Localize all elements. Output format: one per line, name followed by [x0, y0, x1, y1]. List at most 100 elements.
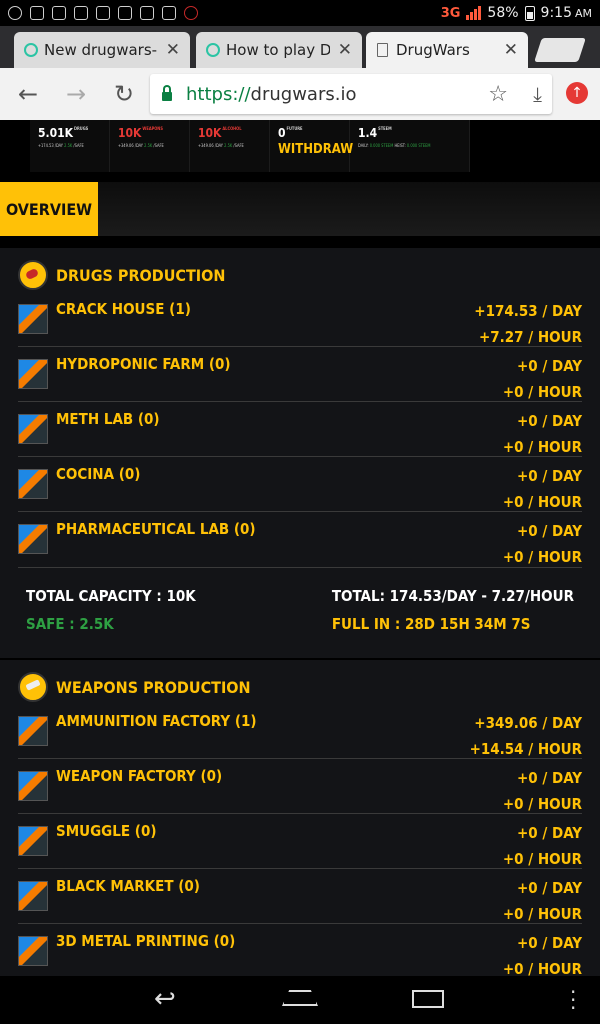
building-name[interactable]: WEAPON FACTORY (0)	[56, 765, 503, 785]
steem-daily-label: DAILY:	[358, 143, 369, 148]
building-row[interactable]: HYDROPONIC FARM (0) +0 / DAY +0 / HOUR	[18, 347, 582, 402]
ammunition-factory-icon	[18, 716, 48, 746]
battery-percent: 58%	[487, 5, 519, 21]
rate-per-day: +0 / DAY	[516, 412, 582, 430]
tab-strip: New drugwars- ✕ How to play Dru ✕ DrugWa…	[0, 26, 600, 68]
building-row[interactable]: WEAPON FACTORY (0) +0 / DAY +0 / HOUR	[18, 759, 582, 814]
weapon-factory-icon	[18, 771, 48, 801]
rate-per-hour: +0 / HOUR	[502, 795, 582, 813]
battery-icon	[524, 5, 535, 21]
alcohol-safe-label: /SAFE	[233, 143, 244, 148]
building-name[interactable]: CRACK HOUSE (1)	[56, 298, 474, 318]
pills-icon	[18, 260, 48, 290]
url-bar[interactable]: https:// drugwars.io ☆ ⤓	[150, 74, 552, 114]
rate-per-hour: +0 / HOUR	[502, 905, 582, 923]
building-name[interactable]: PHARMACEUTICAL LAB (0)	[56, 518, 503, 538]
forward-arrow-icon[interactable]: →	[52, 80, 100, 108]
building-row[interactable]: BLACK MARKET (0) +0 / DAY +0 / HOUR	[18, 869, 582, 924]
building-row[interactable]: CRACK HOUSE (1) +174.53 / DAY +7.27 / HOU…	[18, 292, 582, 347]
gallery-icon	[162, 6, 176, 20]
building-row[interactable]: METH LAB (0) +0 / DAY +0 / HOUR	[18, 402, 582, 457]
steem-value: 1.4	[358, 126, 378, 140]
building-name[interactable]: BLACK MARKET (0)	[56, 875, 503, 895]
future-value: 0	[278, 126, 286, 140]
rate-per-hour: +7.27 / HOUR	[478, 328, 582, 346]
close-tab-icon[interactable]: ✕	[338, 40, 352, 60]
overflow-menu-icon[interactable]: · · ·	[570, 982, 576, 1018]
building-row[interactable]: SMUGGLE (0) +0 / DAY +0 / HOUR	[18, 814, 582, 869]
lock-icon	[162, 84, 172, 101]
tab-title: How to play Dru	[226, 41, 330, 59]
building-row[interactable]: PHARMACEUTICAL LAB (0) +0 / DAY +0 / HOUR	[18, 512, 582, 567]
panel-title: DRUGS PRODUCTION	[56, 265, 226, 285]
music-icon	[96, 6, 110, 20]
alcohol-safe: 2.5K	[224, 143, 233, 148]
building-row[interactable]: AMMUNITION FACTORY (1) +349.06 / DAY +14.…	[18, 704, 582, 759]
rate-per-hour: +0 / HOUR	[502, 383, 582, 401]
building-name[interactable]: COCINA (0)	[56, 463, 503, 483]
android-nav-bar: ↩ · · ·	[0, 976, 600, 1024]
withdraw-link[interactable]: WITHDRAW	[278, 142, 353, 157]
weapons-value: 10K	[118, 126, 142, 140]
weapons-rate: +349.06 /DAY	[118, 143, 144, 148]
close-tab-icon[interactable]: ✕	[166, 40, 180, 60]
metal-printing-icon	[18, 936, 48, 966]
rate-per-hour: +0 / HOUR	[502, 850, 582, 868]
resource-stats-bar: 5.01KDRUGS +174.53 /DAY 2.5K /SAFE 10KWE…	[30, 120, 470, 172]
alcohol-value: 10K	[198, 126, 222, 140]
back-nav-icon[interactable]: ↩	[154, 984, 176, 1014]
recents-nav-icon[interactable]	[412, 990, 444, 1008]
clock-suffix: AM	[574, 6, 592, 20]
home-nav-icon[interactable]	[282, 990, 318, 1006]
url-scheme: https://	[186, 83, 251, 105]
update-chrome-icon[interactable]: ↑	[566, 82, 588, 104]
rate-per-day: +0 / DAY	[516, 357, 582, 375]
download-page-icon[interactable]: ⤓	[533, 82, 542, 106]
url-host: drugwars.io	[250, 83, 357, 105]
drugs-safe-label: /SAFE	[73, 143, 84, 148]
drugs-production-panel: DRUGS PRODUCTION CRACK HOUSE (1) +174.53…	[0, 248, 600, 658]
stat-future: 0FUTURE WITHDRAW	[270, 120, 353, 172]
download-icon	[52, 6, 66, 20]
building-row[interactable]: COCINA (0) +0 / DAY +0 / HOUR	[18, 457, 582, 512]
rate-per-day: +0 / DAY	[516, 824, 582, 842]
tab-new-drugwars[interactable]: New drugwars- ✕	[14, 32, 190, 68]
signal-icon	[466, 6, 482, 20]
drugs-rate: +174.53 /DAY	[38, 143, 64, 148]
notification-icons	[8, 6, 198, 20]
reload-icon[interactable]: ↻	[100, 80, 148, 108]
bookmark-star-icon[interactable]: ☆	[488, 82, 508, 107]
building-row[interactable]: 3D METAL PRINTING (0) +0 / DAY +0 / HOUR	[18, 924, 582, 976]
safe-amount: SAFE : 2.5K	[26, 615, 114, 633]
tab-drugwars[interactable]: DrugWars ✕	[366, 32, 528, 68]
rate-per-day: +0 / DAY	[516, 879, 582, 897]
steem-heist: 0.000 STEEM	[406, 143, 431, 148]
steem-label: STEEM	[378, 126, 392, 131]
check-icon	[140, 6, 154, 20]
rate-per-hour: +0 / HOUR	[502, 548, 582, 566]
weapons-building-list: AMMUNITION FACTORY (1) +349.06 / DAY +14.…	[18, 704, 582, 976]
screenshot-icon	[30, 6, 44, 20]
building-name[interactable]: 3D METAL PRINTING (0)	[56, 930, 503, 950]
alcohol-label: ALCOHOL	[222, 126, 242, 131]
whatsapp-icon	[8, 6, 22, 20]
tab-how-to-play[interactable]: How to play Dru ✕	[196, 32, 362, 68]
back-arrow-icon[interactable]: ←	[4, 80, 52, 108]
hydroponic-farm-icon	[18, 359, 48, 389]
building-name[interactable]: HYDROPONIC FARM (0)	[56, 353, 503, 373]
drugwars-favicon-icon	[206, 43, 220, 57]
crack-house-icon	[18, 304, 48, 334]
facebook-icon	[74, 6, 88, 20]
warning-icon	[118, 6, 132, 20]
building-name[interactable]: SMUGGLE (0)	[56, 820, 503, 840]
building-name[interactable]: METH LAB (0)	[56, 408, 503, 428]
drugs-building-list: CRACK HOUSE (1) +174.53 / DAY +7.27 / HOU…	[18, 292, 582, 567]
rate-per-hour: +0 / HOUR	[502, 438, 582, 456]
rate-per-hour: +0 / HOUR	[502, 960, 582, 976]
tab-title: DrugWars	[396, 41, 470, 59]
rate-per-day: +0 / DAY	[516, 522, 582, 540]
new-tab-button[interactable]	[534, 38, 586, 62]
building-name[interactable]: AMMUNITION FACTORY (1)	[56, 710, 470, 730]
overview-tab[interactable]: OVERVIEW	[0, 182, 98, 236]
close-tab-icon[interactable]: ✕	[504, 40, 518, 60]
